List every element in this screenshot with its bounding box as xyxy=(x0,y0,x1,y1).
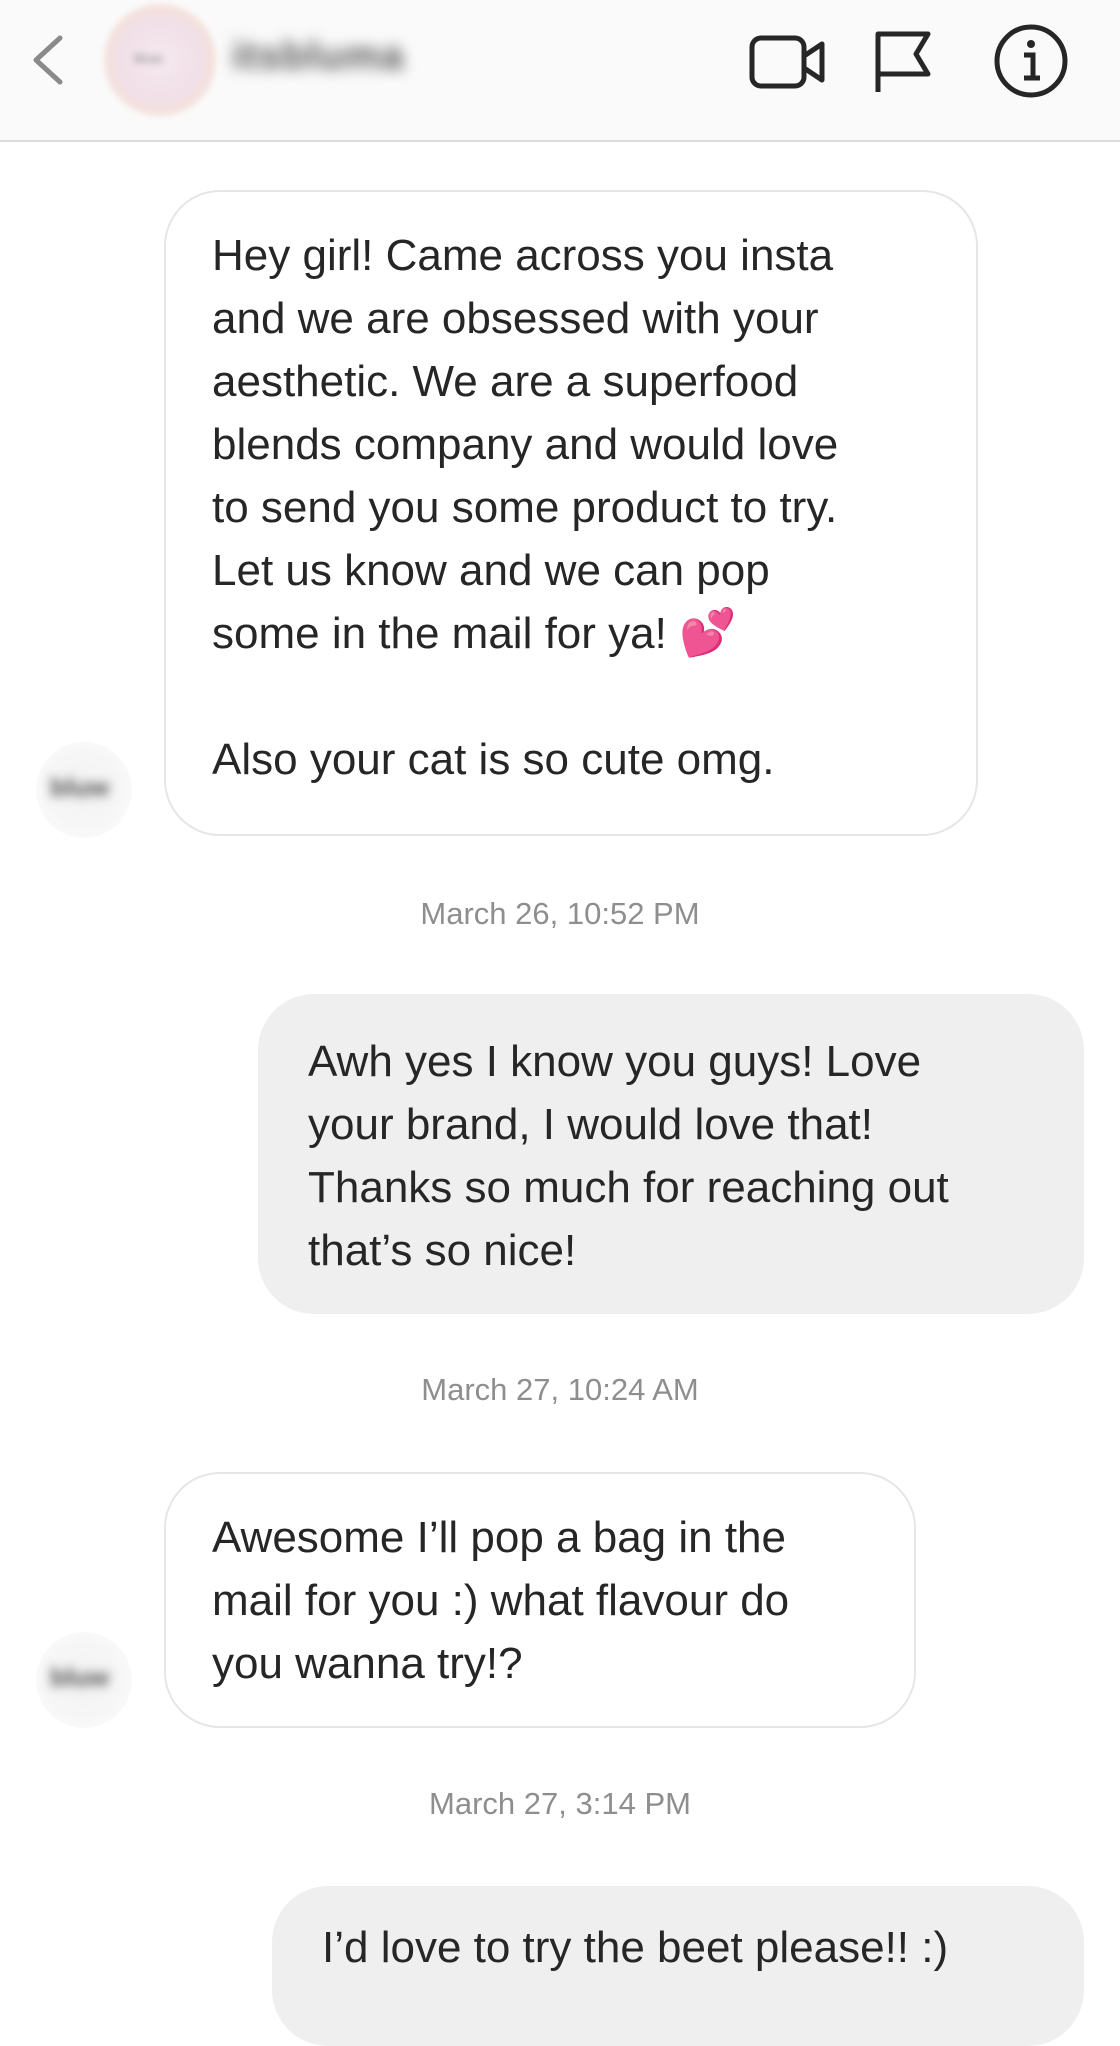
info-button[interactable] xyxy=(992,22,1070,100)
received-message-bubble[interactable]: Awesome I’ll pop a bag in the mail for y… xyxy=(164,1472,916,1728)
video-camera-icon xyxy=(749,35,825,89)
sender-avatar-label: bluw xyxy=(50,772,110,802)
sender-avatar-label: bluw xyxy=(50,1662,110,1692)
info-icon xyxy=(994,24,1068,98)
two-hearts-emoji: 💕 xyxy=(679,606,737,658)
chat-username[interactable]: itsbluma xyxy=(232,34,404,79)
flag-icon xyxy=(875,31,931,92)
chevron-left-icon xyxy=(33,35,63,85)
sent-message-bubble[interactable]: Awh yes I know you guys! Love your brand… xyxy=(258,994,1084,1314)
message-text: I’d love to try the beet please!! :) xyxy=(322,1923,949,1972)
avatar[interactable]: bluw xyxy=(104,4,216,116)
back-button[interactable] xyxy=(24,30,74,90)
message-timestamp: March 26, 10:52 PM xyxy=(420,896,700,931)
video-call-button[interactable] xyxy=(748,26,828,96)
sender-avatar[interactable]: bluw xyxy=(36,1632,132,1728)
message-text: Awh yes I know you guys! Love your brand… xyxy=(308,1037,949,1275)
message-text: Hey girl! Came across you insta and we a… xyxy=(212,231,839,658)
received-message-bubble[interactable]: Hey girl! Came across you insta and we a… xyxy=(164,190,978,836)
chat-header: bluw itsbluma xyxy=(0,0,1120,142)
message-timestamp: March 27, 10:24 AM xyxy=(421,1372,699,1407)
sender-avatar[interactable]: bluw xyxy=(36,742,132,838)
sent-message-bubble[interactable]: I’d love to try the beet please!! :) xyxy=(272,1886,1084,2046)
avatar-label: bluw xyxy=(134,50,163,66)
message-text: Also your cat is so cute omg. xyxy=(212,735,775,784)
message-text: Awesome I’ll pop a bag in the mail for y… xyxy=(212,1513,790,1688)
message-timestamp: March 27, 3:14 PM xyxy=(429,1786,691,1821)
report-button[interactable] xyxy=(868,26,948,96)
